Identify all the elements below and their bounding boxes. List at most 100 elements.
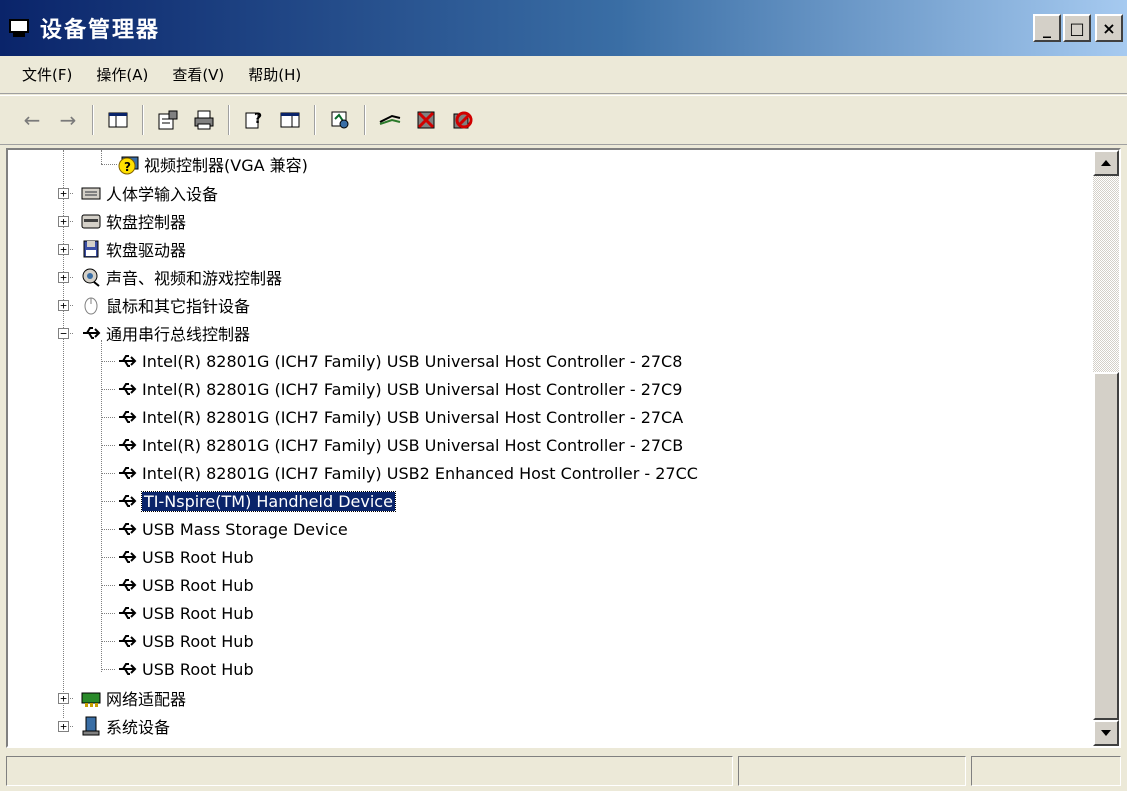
- status-bar: [0, 752, 1127, 791]
- tree-category-floppy-drive[interactable]: 软盘驱动器: [80, 235, 186, 263]
- print-icon[interactable]: [190, 106, 218, 134]
- scroll-thumb[interactable]: [1093, 372, 1119, 720]
- usb-device-item[interactable]: Intel(R) 82801G (ICH7 Family) USB Univer…: [116, 347, 682, 375]
- usb-device-item[interactable]: Intel(R) 82801G (ICH7 Family) USB Univer…: [116, 431, 683, 459]
- usb-device-item[interactable]: Intel(R) 82801G (ICH7 Family) USB Univer…: [116, 375, 682, 403]
- device-manager-icon: [8, 17, 30, 39]
- scroll-up-icon: [1101, 160, 1111, 166]
- toolbar-separator: [228, 105, 230, 135]
- tree-category-network[interactable]: 网络适配器: [80, 684, 186, 712]
- usb-device-item[interactable]: USB Root Hub: [116, 627, 254, 655]
- usb-icon: [116, 574, 138, 596]
- tree-item-label: 网络适配器: [106, 690, 187, 709]
- expand-toggle-floppy-drive[interactable]: +: [58, 244, 69, 255]
- toolbar-separator: [314, 105, 316, 135]
- tree-item-label: Intel(R) 82801G (ICH7 Family) USB Univer…: [142, 407, 684, 427]
- usb-icon: [116, 378, 138, 400]
- keyboard-icon: [80, 182, 102, 204]
- usb-device-item[interactable]: TI-Nspire(TM) Handheld Device: [116, 487, 396, 515]
- back-icon[interactable]: ←: [18, 106, 46, 134]
- usb-device-item[interactable]: USB Root Hub: [116, 543, 254, 571]
- tree-item-label: 软盘控制器: [106, 213, 187, 232]
- disable-icon[interactable]: [448, 106, 476, 134]
- usb-icon: [80, 322, 102, 344]
- tree-item-label: 人体学输入设备: [106, 185, 219, 204]
- tree-item-label: USB Root Hub: [142, 603, 254, 623]
- system-device-icon: [80, 715, 102, 737]
- update-driver-icon[interactable]: [376, 106, 404, 134]
- tree-item-label: 通用串行总线控制器: [106, 325, 251, 344]
- tree-item-label: TI-Nspire(TM) Handheld Device: [141, 490, 396, 512]
- tree-category-system[interactable]: 系统设备: [80, 712, 170, 740]
- tree-item-vga-controller[interactable]: ? 视频控制器(VGA 兼容): [118, 150, 308, 178]
- tree-item-label: 系统设备: [106, 718, 171, 737]
- usb-device-item[interactable]: USB Mass Storage Device: [116, 515, 348, 543]
- tree-item-label: 鼠标和其它指针设备: [106, 297, 251, 316]
- forward-icon[interactable]: →: [54, 106, 82, 134]
- help-icon[interactable]: ?: [240, 106, 268, 134]
- tree-category-mouse[interactable]: 鼠标和其它指针设备: [80, 291, 250, 319]
- status-panel-main: [6, 756, 733, 786]
- tree-category-floppy-controller[interactable]: 软盘控制器: [80, 207, 186, 235]
- tree-item-label: 软盘驱动器: [106, 241, 187, 260]
- svg-text:?: ?: [254, 111, 262, 127]
- tree-item-label: Intel(R) 82801G (ICH7 Family) USB Univer…: [142, 379, 683, 399]
- usb-icon: [116, 602, 138, 624]
- device-tree-pane: ? 视频控制器(VGA 兼容) + 人体学输入设备 + 软盘控制器 + 软盘驱动…: [6, 148, 1121, 748]
- menu-help[interactable]: 帮助(H): [236, 64, 313, 85]
- usb-icon: [116, 490, 138, 512]
- scan-hardware-icon[interactable]: [326, 106, 354, 134]
- expand-toggle-hid[interactable]: +: [58, 188, 69, 199]
- speaker-icon: [80, 266, 102, 288]
- collapse-toggle-usb[interactable]: −: [58, 328, 69, 339]
- usb-icon: [116, 462, 138, 484]
- usb-icon: [116, 406, 138, 428]
- window-title: 设备管理器: [40, 18, 161, 43]
- menu-action[interactable]: 操作(A): [84, 64, 160, 85]
- usb-device-item[interactable]: USB Root Hub: [116, 655, 254, 683]
- console-tree-icon[interactable]: [104, 106, 132, 134]
- toolbar: ← → ?: [0, 95, 1127, 145]
- usb-icon: [116, 546, 138, 568]
- usb-device-item[interactable]: Intel(R) 82801G (ICH7 Family) USB Univer…: [116, 403, 683, 431]
- usb-device-item[interactable]: Intel(R) 82801G (ICH7 Family) USB2 Enhan…: [116, 459, 698, 487]
- toolbar-separator: [142, 105, 144, 135]
- menu-view[interactable]: 查看(V): [160, 64, 236, 85]
- usb-device-item[interactable]: USB Root Hub: [116, 599, 254, 627]
- properties-icon[interactable]: [154, 106, 182, 134]
- usb-device-item[interactable]: USB Root Hub: [116, 571, 254, 599]
- expand-toggle-system[interactable]: +: [58, 721, 69, 732]
- expand-toggle-floppy-controller[interactable]: +: [58, 216, 69, 227]
- tree-item-label: Intel(R) 82801G (ICH7 Family) USB Univer…: [142, 435, 684, 455]
- tree-item-label: USB Root Hub: [142, 659, 254, 679]
- tree-item-label: 声音、视频和游戏控制器: [106, 269, 283, 288]
- tree-item-label: USB Mass Storage Device: [142, 519, 348, 539]
- vertical-scrollbar[interactable]: [1093, 150, 1119, 746]
- maximize-button[interactable]: □: [1063, 14, 1091, 42]
- uninstall-icon[interactable]: [412, 106, 440, 134]
- tree-item-label: USB Root Hub: [142, 631, 254, 651]
- floppy-controller-icon: [80, 210, 102, 232]
- title-bar: 设备管理器 _ □ ×: [0, 0, 1127, 56]
- scroll-up-button[interactable]: [1093, 150, 1119, 176]
- expand-toggle-sound[interactable]: +: [58, 272, 69, 283]
- action-pane-icon[interactable]: [276, 106, 304, 134]
- tree-category-hid[interactable]: 人体学输入设备: [80, 179, 218, 207]
- mouse-icon: [80, 294, 102, 316]
- floppy-drive-icon: [80, 238, 102, 260]
- toolbar-separator: [92, 105, 94, 135]
- scroll-down-button[interactable]: [1093, 720, 1119, 746]
- warning-device-icon: ?: [118, 153, 140, 175]
- close-button[interactable]: ×: [1095, 14, 1123, 42]
- usb-icon: [116, 518, 138, 540]
- expand-toggle-mouse[interactable]: +: [58, 300, 69, 311]
- tree-item-label: Intel(R) 82801G (ICH7 Family) USB Univer…: [142, 351, 683, 371]
- toolbar-separator: [364, 105, 366, 135]
- window-controls: _ □ ×: [1033, 14, 1123, 42]
- tree-item-label: Intel(R) 82801G (ICH7 Family) USB2 Enhan…: [142, 463, 698, 483]
- tree-category-usb[interactable]: 通用串行总线控制器: [80, 319, 250, 347]
- tree-category-sound[interactable]: 声音、视频和游戏控制器: [80, 263, 282, 291]
- expand-toggle-network[interactable]: +: [58, 693, 69, 704]
- menu-file[interactable]: 文件(F): [10, 64, 84, 85]
- minimize-button[interactable]: _: [1033, 14, 1061, 42]
